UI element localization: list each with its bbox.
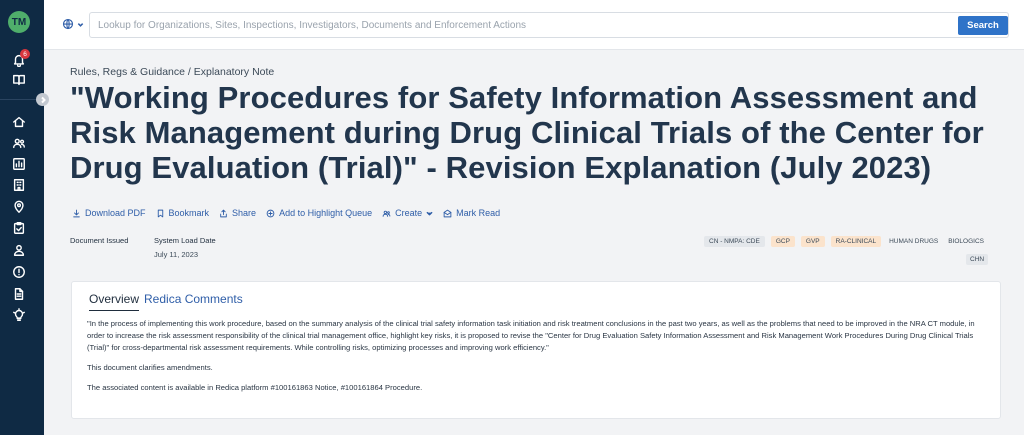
alert-circle-icon[interactable] <box>11 264 27 280</box>
mark-read-label: Mark Read <box>456 208 501 218</box>
home-icon[interactable] <box>11 114 27 130</box>
plus-circle-icon <box>266 209 275 217</box>
language-selector[interactable] <box>62 18 84 30</box>
add-to-highlight-queue-label: Add to Highlight Queue <box>279 208 373 218</box>
document-issued-label: Document Issued <box>70 236 129 245</box>
bookmark-button[interactable]: Bookmark <box>156 208 210 218</box>
notification-badge: 6 <box>20 49 30 59</box>
action-bar: Download PDF Bookmark Share Add to Highl… <box>72 208 510 218</box>
sidebar-collapse-button[interactable] <box>36 93 49 106</box>
overview-paragraph: "In the process of implementing this wor… <box>87 319 975 352</box>
envelope-icon <box>443 209 452 217</box>
system-load-date-value: July 11, 2023 <box>154 250 199 259</box>
tab-overview[interactable]: Overview <box>89 292 140 311</box>
chevron-right-icon <box>40 96 46 103</box>
breadcrumb: Rules, Regs & Guidance / Explanatory Not… <box>70 66 275 78</box>
clipboard-check-icon[interactable] <box>11 220 27 236</box>
map-pin-icon[interactable] <box>11 199 27 215</box>
building-icon[interactable] <box>11 177 27 193</box>
mark-read-button[interactable]: Mark Read <box>443 208 500 218</box>
tag-chn[interactable]: CHN <box>966 254 989 265</box>
content-card: Overview Redica Comments "In the process… <box>71 281 1001 419</box>
caret-down-icon <box>426 211 433 216</box>
book-icon[interactable] <box>11 72 27 88</box>
globe-icon <box>62 18 74 30</box>
search-box: Search <box>89 12 1009 38</box>
create-label: Create <box>395 208 423 218</box>
search-button[interactable]: Search <box>958 16 1008 35</box>
bookmark-label: Bookmark <box>168 208 210 218</box>
content-tabs: Overview Redica Comments <box>89 292 243 311</box>
system-load-date-label: System Load Date <box>154 236 216 245</box>
add-to-highlight-queue-button[interactable]: Add to Highlight Queue <box>266 208 372 218</box>
share-button[interactable]: Share <box>219 208 256 218</box>
tag-gcp[interactable]: GCP <box>770 236 795 247</box>
user-icon[interactable] <box>11 242 27 258</box>
top-bar: Search <box>44 0 1024 50</box>
sidebar: TM 6 <box>0 0 44 435</box>
users-icon[interactable] <box>11 135 27 151</box>
create-dropdown[interactable]: Create <box>382 208 433 218</box>
share-label: Share <box>232 208 257 218</box>
overview-content: "In the process of implementing this wor… <box>87 318 987 402</box>
tag-cn-nmpa-cde[interactable]: CN - NMPA: CDE <box>704 236 765 247</box>
tag-list: CN - NMPA: CDE GCP GVP RA-CLINICAL HUMAN… <box>704 236 986 247</box>
lightbulb-icon[interactable] <box>11 307 27 323</box>
tab-redica-comments[interactable]: Redica Comments <box>144 292 243 311</box>
download-pdf-label: Download PDF <box>85 208 146 218</box>
avatar[interactable]: TM <box>8 11 30 33</box>
chart-icon[interactable] <box>11 156 27 172</box>
page-title: "Working Procedures for Safety Informati… <box>70 80 984 185</box>
tag-biologics[interactable]: BIOLOGICS <box>946 236 986 247</box>
search-input[interactable] <box>98 13 938 37</box>
tag-ra-clinical[interactable]: RA-CLINICAL <box>830 236 882 247</box>
overview-paragraph: This document clarifies amendments. <box>87 363 213 372</box>
document-icon[interactable] <box>11 286 27 302</box>
chevron-down-icon <box>77 22 84 27</box>
tag-gvp[interactable]: GVP <box>800 236 825 247</box>
overview-paragraph: The associated content is available in R… <box>87 383 423 392</box>
download-pdf-button[interactable]: Download PDF <box>72 208 146 218</box>
tag-human-drugs[interactable]: HUMAN DRUGS <box>887 236 940 247</box>
bookmark-icon <box>157 209 163 217</box>
users-icon <box>382 210 391 217</box>
share-icon <box>220 209 227 217</box>
download-icon <box>73 209 80 217</box>
